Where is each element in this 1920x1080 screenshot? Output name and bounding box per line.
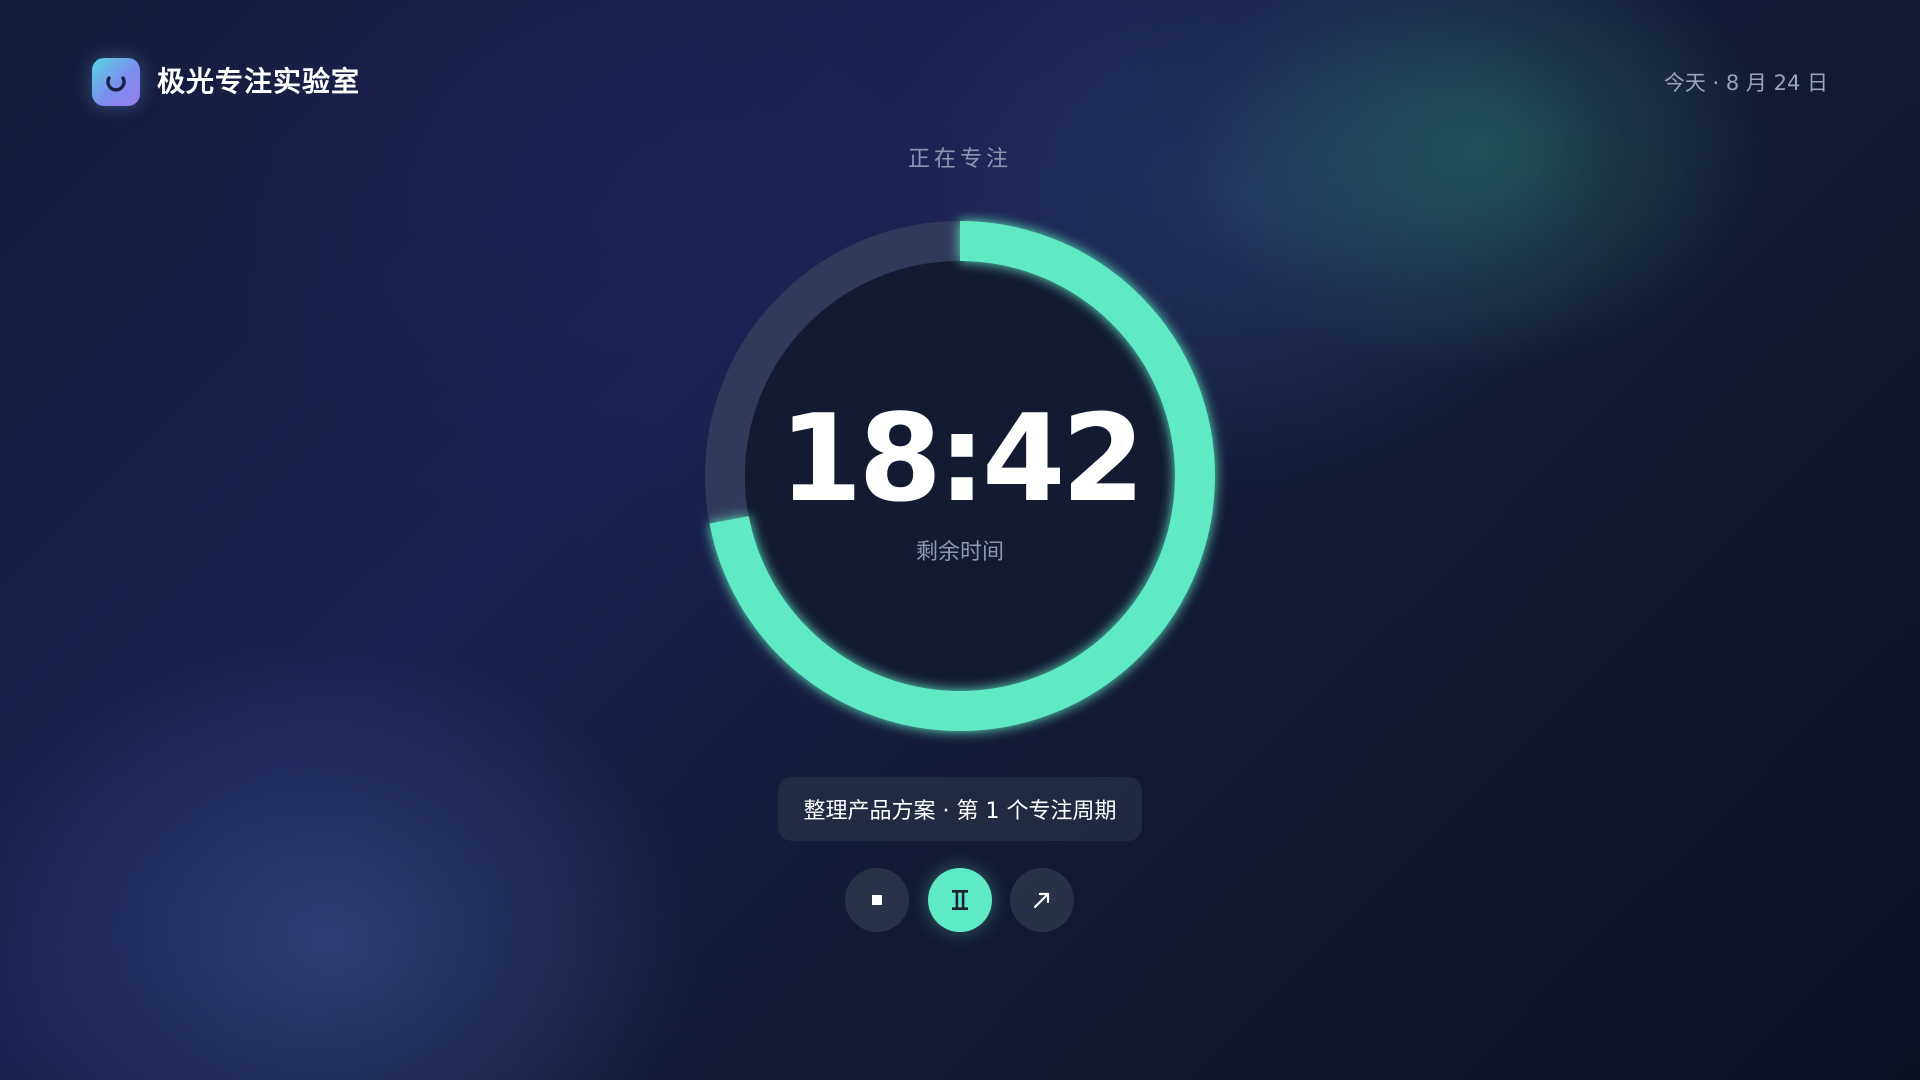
expand-button[interactable] (1010, 868, 1074, 932)
app-logo (92, 58, 140, 106)
stop-button[interactable] (845, 868, 909, 932)
expand-icon (1033, 892, 1050, 909)
current-task-label: 整理产品方案 · 第 1 个专注周期 (803, 799, 1117, 824)
pause-button[interactable] (928, 868, 992, 932)
header-date: 今天 · 8 月 24 日 (1663, 71, 1828, 95)
focus-status-label: 正在专注 (907, 147, 1012, 172)
timer-caption: 剩余时间 (915, 540, 1004, 565)
refresh-ring-icon (106, 76, 126, 92)
stop-icon (872, 895, 882, 905)
app-title: 极光专注实验室 (157, 65, 361, 98)
current-task-pill: 整理产品方案 · 第 1 个专注周期 (778, 777, 1142, 841)
pause-icon (952, 890, 968, 910)
timer-remaining-time: 18:42 (779, 390, 1145, 529)
